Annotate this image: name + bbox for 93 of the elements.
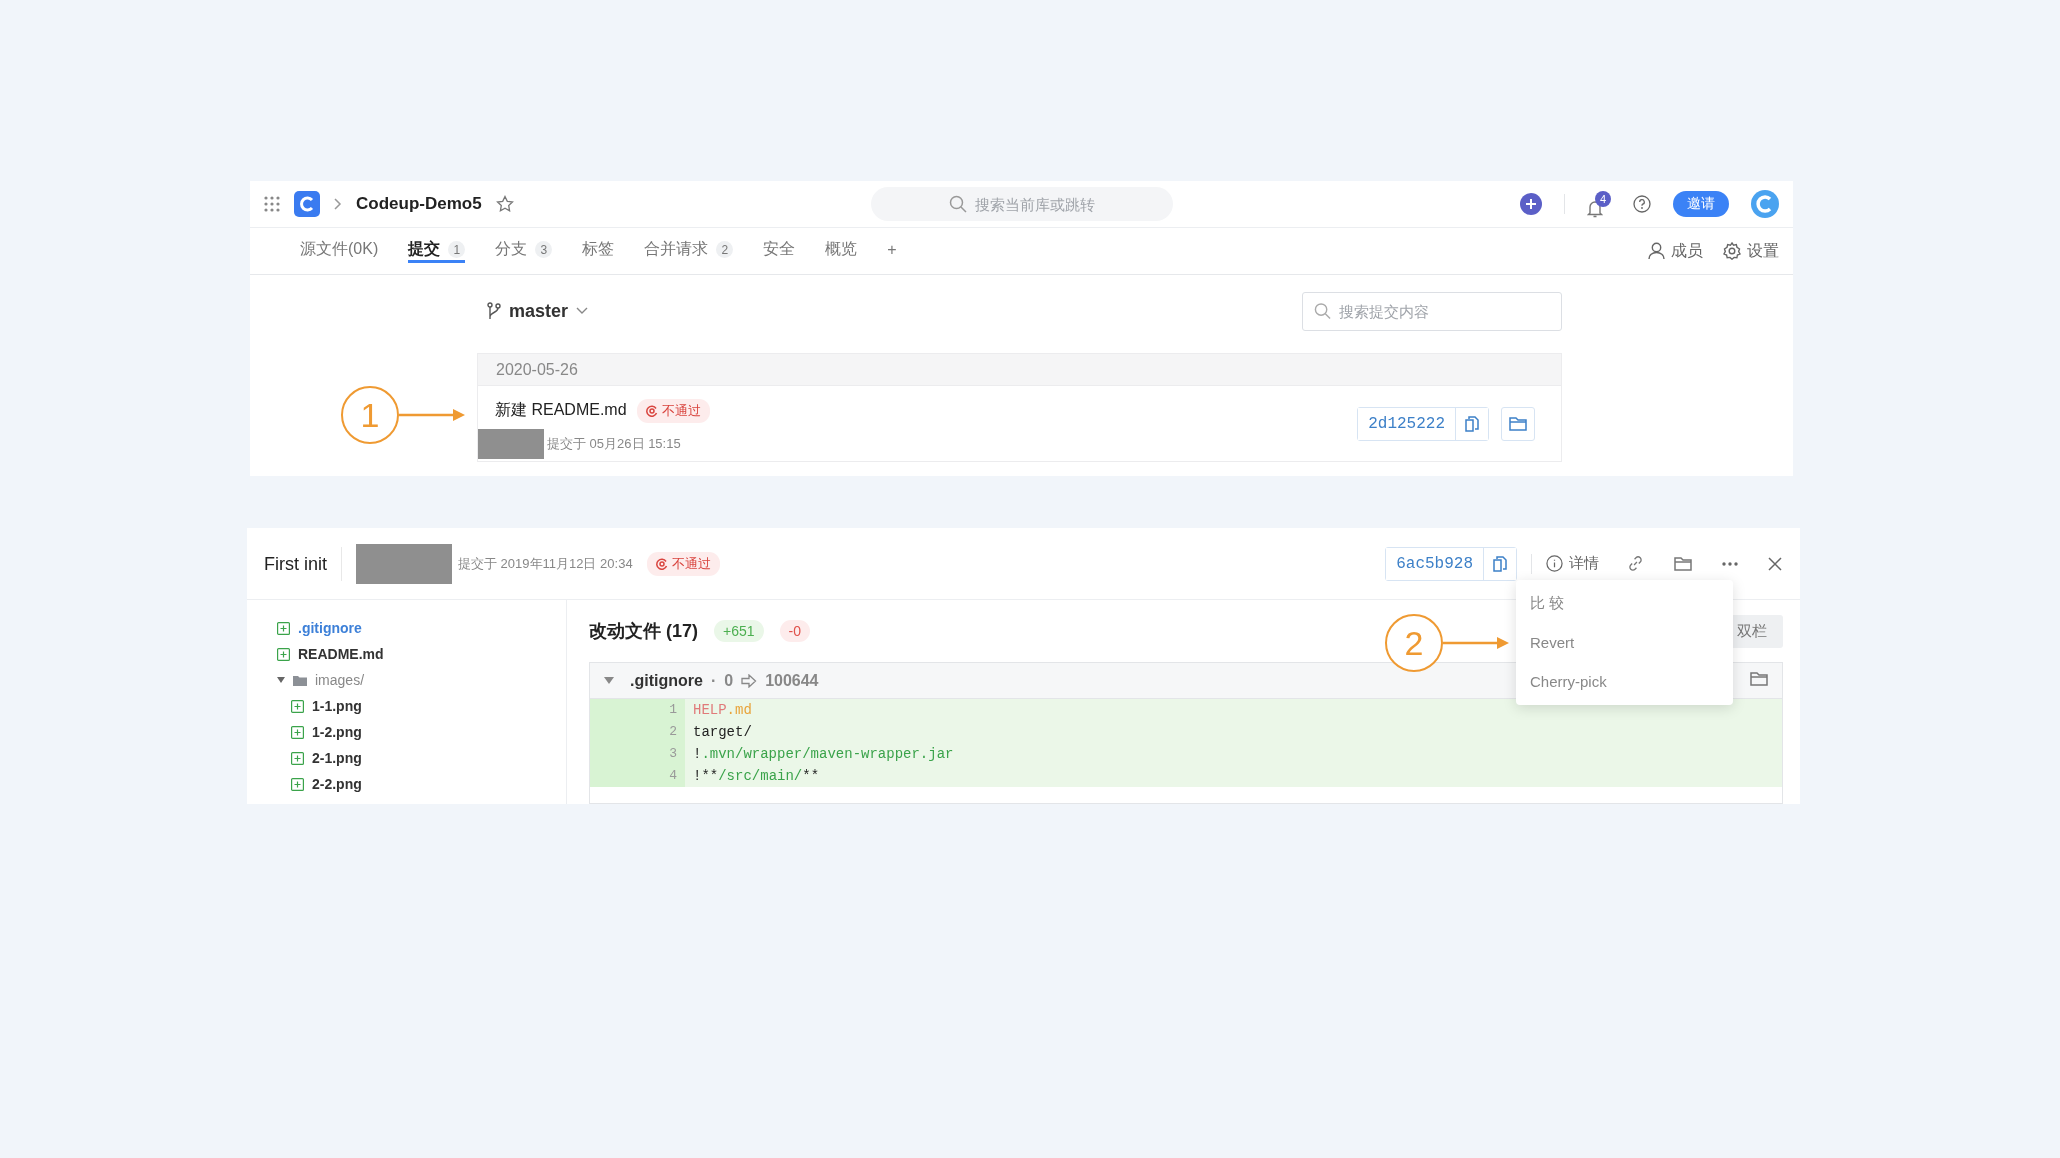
folder-icon — [293, 674, 307, 686]
commit-search-field[interactable]: 搜索提交内容 — [1302, 291, 1562, 331]
star-icon[interactable] — [495, 195, 514, 213]
folder-icon — [1750, 671, 1768, 686]
nav-tab[interactable]: 概览 — [825, 239, 858, 263]
date-header: 2020-05-26 — [477, 353, 1562, 386]
file-item[interactable]: 1-1.png — [277, 696, 566, 716]
nav-tab[interactable]: 标签 — [582, 239, 615, 263]
status-tag: 不通过 — [636, 398, 710, 423]
invite-button[interactable]: 邀请 — [1673, 191, 1729, 217]
file-item[interactable]: .gitignore — [277, 618, 566, 638]
nav-tab[interactable]: 提交 1 — [408, 239, 466, 263]
settings-icon — [1723, 242, 1741, 260]
info-icon — [1546, 555, 1563, 572]
nav-tab[interactable]: 安全 — [763, 239, 796, 263]
folder-item[interactable]: images/ — [277, 670, 566, 690]
code-line: HELP.md — [692, 701, 752, 720]
user-icon — [1648, 242, 1665, 260]
tab-count: 1 — [448, 241, 466, 258]
arrow-right-icon — [741, 673, 758, 688]
added-file-icon — [277, 647, 290, 661]
details-button[interactable]: 详情 — [1546, 554, 1599, 573]
status-icon — [655, 557, 668, 570]
folder-icon — [1509, 416, 1527, 431]
notification-count: 4 — [1595, 190, 1611, 207]
diff-file-name: .gitignore — [630, 671, 703, 690]
copy-icon — [1464, 414, 1480, 433]
annotation-marker: 1 — [341, 386, 399, 444]
link-icon[interactable] — [1627, 555, 1644, 572]
added-file-icon — [277, 621, 290, 635]
additions-count: +651 — [714, 620, 764, 642]
commit-meta: 提交于 05月26日 15:15 — [547, 434, 681, 453]
nav-tab[interactable]: 分支 3 — [495, 239, 553, 263]
menu-item[interactable]: Cherry-pick — [1516, 662, 1733, 701]
status-tag: 不通过 — [646, 551, 720, 576]
changed-files-title: 改动文件 (17) — [589, 620, 698, 643]
more-icon[interactable] — [1722, 561, 1738, 566]
deletions-count: -0 — [779, 620, 810, 642]
caret-icon[interactable] — [604, 677, 614, 684]
tab-count: 2 — [716, 241, 734, 258]
nav-tab[interactable]: + — [887, 240, 897, 262]
commit-title[interactable]: 新建 README.md — [495, 400, 627, 421]
copy-icon — [1492, 554, 1508, 573]
annotation-marker: 2 — [1385, 614, 1443, 672]
line-number: 2 — [640, 721, 685, 743]
annotation-arrow — [1443, 637, 1509, 649]
nav-tab[interactable]: 源文件(0K) — [300, 239, 379, 263]
folder-icon — [1674, 556, 1692, 571]
plus-icon[interactable] — [1520, 193, 1542, 215]
browse-files-button[interactable] — [1501, 406, 1535, 441]
commit-hash[interactable]: 2d125222 — [1358, 407, 1456, 440]
line-number: 1 — [640, 699, 685, 721]
old-file-mode: 0 — [724, 671, 734, 690]
user-avatar[interactable] — [1751, 190, 1779, 218]
tab-count: 3 — [535, 241, 553, 258]
members-button[interactable]: 成员 — [1648, 240, 1703, 262]
app-logo[interactable] — [294, 191, 320, 217]
search-icon — [948, 195, 967, 213]
chevron-down-icon — [576, 307, 589, 315]
separator-dot: · — [710, 671, 717, 690]
line-number: 4 — [640, 765, 685, 787]
branch-icon — [487, 302, 501, 320]
added-file-icon — [291, 725, 304, 739]
redacted-avatar — [478, 428, 544, 459]
caret-icon — [277, 677, 285, 683]
help-icon[interactable] — [1633, 195, 1651, 213]
code-line: !**/src/main/** — [692, 767, 820, 786]
repo-search-field[interactable]: 搜索当前库或跳转 — [870, 187, 1173, 221]
close-icon[interactable] — [1768, 556, 1782, 571]
branch-selector[interactable]: master — [477, 300, 589, 322]
code-line: !.mvn/wrapper/maven-wrapper.jar — [692, 745, 954, 764]
commit-hash[interactable]: 6ac5b928 — [1386, 547, 1484, 580]
code-line: target/ — [692, 723, 752, 742]
added-file-icon — [291, 751, 304, 765]
apps-grid-icon[interactable] — [264, 196, 280, 212]
commit-meta: 提交于 2019年11月12日 20:34 — [458, 554, 633, 573]
status-icon — [645, 404, 658, 417]
annotation-arrow — [399, 409, 465, 421]
new-file-mode: 100644 — [765, 671, 819, 690]
nav-tab[interactable]: 合并请求 2 — [644, 239, 734, 263]
line-number: 3 — [640, 743, 685, 765]
chevron-right-icon — [334, 198, 342, 210]
search-icon — [1314, 302, 1331, 320]
commit-title: First init — [264, 546, 342, 581]
added-file-icon — [291, 699, 304, 713]
repo-name[interactable]: Codeup-Demo5 — [356, 194, 482, 214]
settings-button[interactable]: 设置 — [1723, 240, 1779, 262]
file-item[interactable]: 2-2.png — [277, 774, 566, 794]
file-item[interactable]: 1-2.png — [277, 722, 566, 742]
file-item[interactable]: README.md — [277, 644, 566, 664]
file-item[interactable]: 2-1.png — [277, 748, 566, 768]
notifications-button[interactable]: 4 — [1587, 190, 1611, 218]
added-file-icon — [291, 777, 304, 791]
